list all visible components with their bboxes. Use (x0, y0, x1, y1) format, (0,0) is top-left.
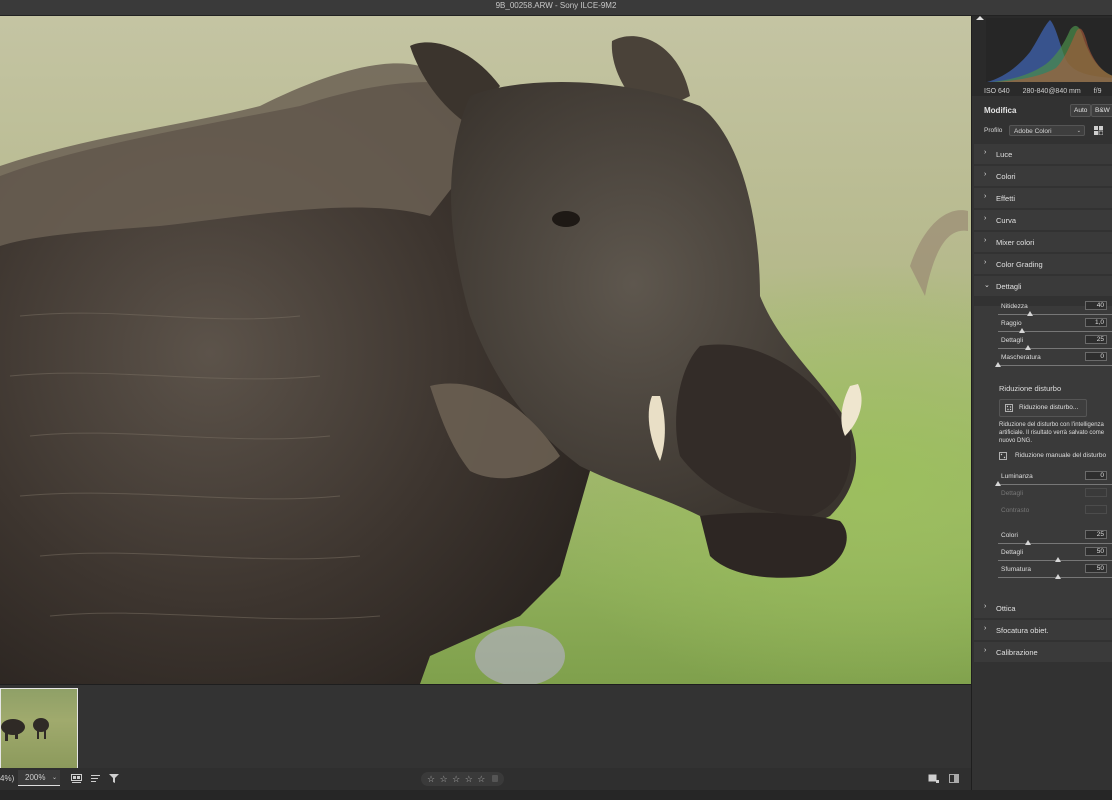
slider-mascheratura[interactable]: Mascheratura 0 (995, 352, 1112, 372)
slider-contrasto: Contrasto (998, 505, 1112, 525)
chevron-down-icon: ⌄ (984, 282, 990, 289)
section-curva[interactable]: › Curva (974, 210, 1112, 230)
histogram-graph (976, 16, 1112, 82)
section-color-grading[interactable]: › Color Grading (974, 254, 1112, 274)
section-colori[interactable]: › Colori (974, 166, 1112, 186)
edit-header: Modifica Auto B&W (972, 101, 1112, 119)
slider-handle[interactable] (1055, 557, 1061, 562)
status-bar (0, 790, 1112, 800)
dettagli-panel: Nitidezza 40 Raggio 1,0 Dettagli 25 Masc… (974, 301, 1112, 601)
nitidezza-value[interactable]: 40 (1085, 301, 1107, 310)
filmstrip (0, 684, 971, 769)
focal-length-value: 280-840@840 mm (1022, 88, 1081, 95)
iso-value: ISO 640 (984, 88, 1010, 95)
slider-handle[interactable] (1027, 311, 1034, 316)
slider-handle[interactable] (995, 362, 1001, 367)
dettagli-colore-value[interactable]: 50 (1085, 547, 1107, 556)
profile-row: Profilo Adobe Colori ⌄ (972, 124, 1112, 138)
slider-handle[interactable] (995, 481, 1001, 486)
slider-handle[interactable] (1055, 574, 1061, 579)
section-dettagli[interactable]: ⌄ Dettagli (974, 276, 1112, 296)
reject-flag-icon[interactable] (492, 775, 498, 782)
slider-sfumatura[interactable]: Sfumatura 50 (998, 564, 1112, 584)
filter-icon[interactable] (109, 773, 120, 784)
edit-title: Modifica (984, 106, 1017, 115)
slider-handle[interactable] (1025, 345, 1031, 350)
fullscreen-icon[interactable] (928, 773, 939, 784)
slider-handle[interactable] (1019, 328, 1025, 333)
chevron-right-icon: › (984, 259, 987, 266)
chevron-right-icon: › (984, 215, 987, 222)
section-effetti[interactable]: › Effetti (974, 188, 1112, 208)
section-luce[interactable]: › Luce (974, 144, 1112, 164)
window-title: 9B_00258.ARW - Sony ILCE-9M2 (495, 1, 617, 10)
filmstrip-view-icon[interactable] (71, 773, 82, 784)
profile-browser-icon[interactable] (1094, 126, 1103, 135)
sort-icon[interactable] (91, 773, 102, 784)
auto-button[interactable]: Auto (1070, 104, 1092, 117)
section-mixer-colori[interactable]: › Mixer colori (974, 232, 1112, 252)
sfumatura-value[interactable]: 50 (1085, 564, 1107, 573)
section-ottica[interactable]: › Ottica (974, 598, 1112, 618)
dettagli-value[interactable]: 25 (1085, 335, 1107, 344)
aperture-value: f/9 (1093, 88, 1102, 95)
manual-denoise-icon (999, 452, 1007, 460)
chevron-right-icon: › (984, 625, 987, 632)
chevron-right-icon: › (984, 171, 987, 178)
chevron-right-icon: › (984, 603, 987, 610)
compare-view-icon[interactable] (949, 773, 960, 784)
ai-denoise-button[interactable]: Riduzione disturbo... (999, 399, 1087, 417)
filmstrip-thumbnail[interactable] (0, 688, 78, 769)
section-sfocatura-obiettivo[interactable]: › Sfocatura obiet. (974, 620, 1112, 640)
luminanza-value[interactable]: 0 (1085, 471, 1107, 480)
bottom-toolbar: 4%) 200% ⌄ ☆ ☆ ☆ ☆ ☆ (0, 768, 971, 790)
camera-info: ISO 640 280-840@840 mm f/9 (984, 88, 1112, 95)
mascheratura-value[interactable]: 0 (1085, 352, 1107, 361)
colori-value[interactable]: 25 (1085, 530, 1107, 539)
rating-stars: ☆ ☆ ☆ ☆ ☆ (427, 774, 487, 784)
section-calibrazione[interactable]: › Calibrazione (974, 642, 1112, 662)
raggio-value[interactable]: 1,0 (1085, 318, 1107, 327)
image-preview[interactable] (0, 16, 971, 684)
chevron-right-icon: › (984, 237, 987, 244)
bw-button[interactable]: B&W (1091, 104, 1112, 117)
profile-value: Adobe Colori (1014, 128, 1052, 135)
zoom-level-dropdown[interactable]: 200% ⌄ (18, 770, 60, 786)
chevron-down-icon: ⌄ (51, 775, 57, 781)
thumbnail-image (1, 718, 49, 741)
profile-dropdown[interactable]: Adobe Colori ⌄ (1009, 125, 1085, 136)
chevron-right-icon: › (984, 193, 987, 200)
noise-reduction-title: Riduzione disturbo (999, 384, 1062, 393)
chevron-right-icon: › (984, 149, 987, 156)
denoise-icon (1005, 404, 1013, 412)
zoom-level-value: 200% (25, 773, 46, 782)
window-title-bar: 9B_00258.ARW - Sony ILCE-9M2 (0, 0, 1112, 16)
star-rating[interactable]: ☆ ☆ ☆ ☆ ☆ (421, 772, 504, 786)
chevron-right-icon: › (984, 647, 987, 654)
histogram (972, 16, 1112, 96)
profile-label: Profilo (984, 127, 1003, 134)
edit-panel: ISO 640 280-840@840 mm f/9 Modifica Auto… (971, 16, 1112, 790)
slider-handle[interactable] (1025, 540, 1031, 545)
warthog-photo (0, 36, 968, 684)
zoom-fit-value[interactable]: 4%) (0, 774, 14, 783)
chevron-down-icon: ⌄ (1076, 128, 1081, 134)
ai-denoise-description: Riduzione del disturbo con l'intelligenz… (999, 422, 1105, 444)
